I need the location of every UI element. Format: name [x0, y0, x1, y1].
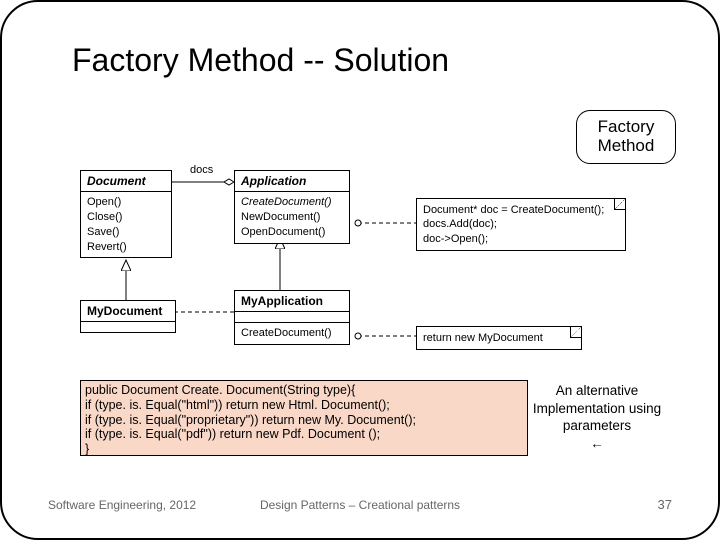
uml-application: Application CreateDocument() NewDocument… — [234, 170, 350, 244]
uml-myapplication-name: MyApplication — [235, 291, 349, 312]
uml-note-return: return new MyDocument — [416, 326, 582, 350]
uml-application-ops: CreateDocument() NewDocument() OpenDocum… — [235, 192, 349, 243]
page-number: 37 — [658, 497, 672, 512]
uml-empty-section — [235, 312, 349, 322]
code-line: if (type. is. Equal("pdf")) return new P… — [85, 427, 523, 442]
footer-center: Design Patterns – Creational patterns — [2, 498, 718, 512]
uml-application-name: Application — [235, 171, 349, 192]
note-line: return new MyDocument — [423, 332, 543, 344]
alt-line: Implementation using — [522, 400, 672, 418]
uml-op: Close() — [87, 210, 165, 225]
uml-op: Open() — [87, 195, 165, 210]
alt-implementation-caption: An alternative Implementation using para… — [522, 382, 672, 452]
code-line: } — [85, 442, 523, 457]
alt-line: ← — [522, 435, 672, 453]
bubble-label: Factory Method — [579, 118, 673, 155]
factory-method-bubble: Factory Method — [576, 110, 676, 164]
uml-document-name: Document — [81, 171, 171, 192]
uml-op: CreateDocument() — [241, 326, 343, 341]
uml-document: Document Open() Close() Save() Revert() — [80, 170, 172, 258]
docs-label: docs — [190, 164, 213, 176]
uml-document-ops: Open() Close() Save() Revert() — [81, 192, 171, 257]
page-title: Factory Method -- Solution — [72, 42, 449, 79]
uml-mydocument: MyDocument — [80, 300, 176, 333]
uml-myapplication-ops: CreateDocument() — [235, 322, 349, 344]
uml-op: OpenDocument() — [241, 225, 343, 240]
uml-empty-section — [81, 322, 175, 332]
uml-op: NewDocument() — [241, 210, 343, 225]
uml-diagram: docs Document Open() Close() Save() Reve… — [80, 166, 646, 372]
code-line: if (type. is. Equal("html")) return new … — [85, 398, 523, 413]
alt-line: An alternative — [522, 382, 672, 400]
note-line: doc->Open(); — [423, 232, 619, 246]
alt-line: parameters — [522, 417, 672, 435]
code-snippet: public Document Create. Document(String … — [80, 380, 528, 456]
code-line: if (type. is. Equal("proprietary")) retu… — [85, 413, 523, 428]
uml-op: Revert() — [87, 240, 165, 255]
uml-myapplication: MyApplication CreateDocument() — [234, 290, 350, 345]
uml-op: Save() — [87, 225, 165, 240]
uml-op: CreateDocument() — [241, 195, 343, 210]
slide: Factory Method -- Solution Factory Metho… — [0, 0, 720, 540]
note-line: Document* doc = CreateDocument(); — [423, 203, 619, 217]
uml-note-newdoc: Document* doc = CreateDocument(); docs.A… — [416, 198, 626, 251]
note-line: docs.Add(doc); — [423, 217, 619, 231]
code-line: public Document Create. Document(String … — [85, 383, 523, 398]
uml-mydocument-name: MyDocument — [81, 301, 175, 322]
